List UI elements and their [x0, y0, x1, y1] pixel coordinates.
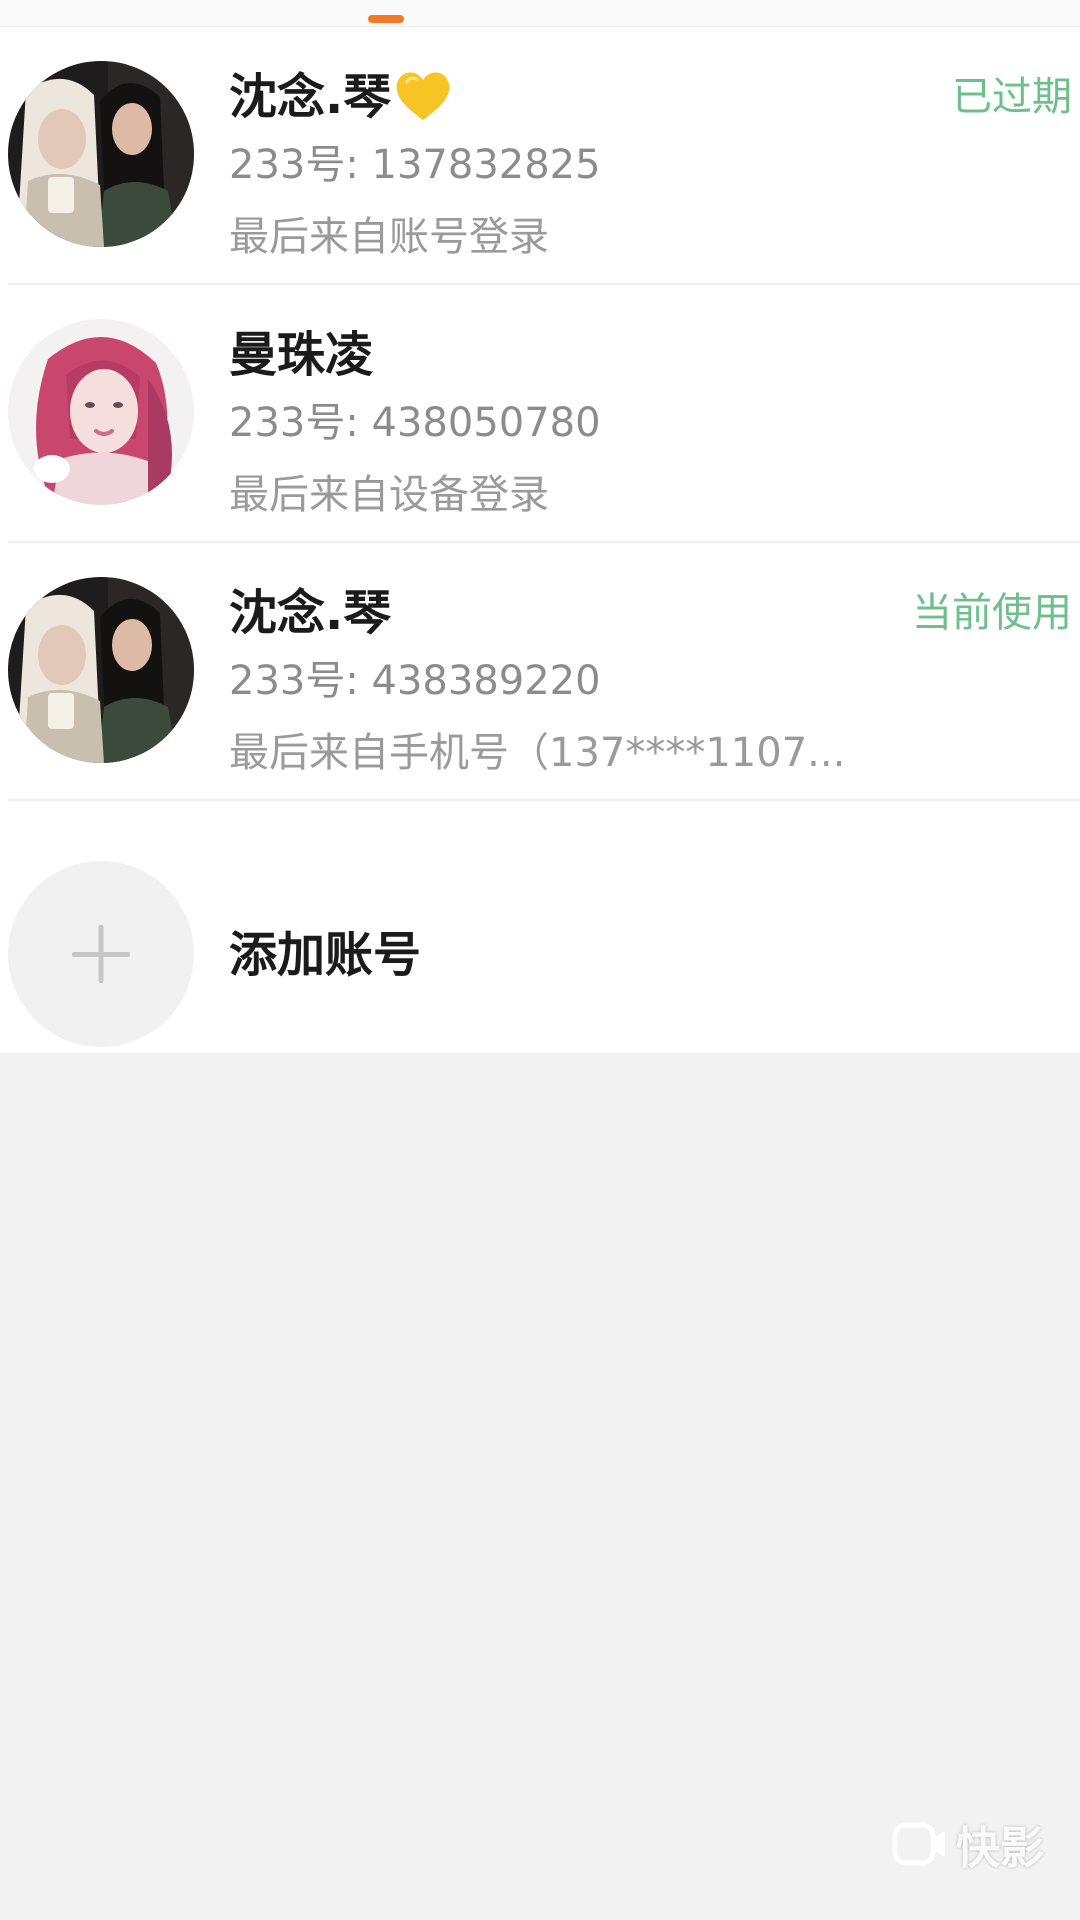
account-name: 曼珠凌 [229, 327, 374, 383]
account-uid: 233号: 438050780 [229, 400, 601, 446]
avatar [8, 61, 194, 247]
account-row[interactable]: 曼珠凌 233号: 438050780 最后来自设备登录 [0, 285, 1080, 543]
status-badge: 已过期 [952, 74, 1072, 120]
last-login-source: 最后来自设备登录 [229, 472, 549, 518]
avatar [8, 319, 194, 505]
avatar [8, 577, 194, 763]
account-uid: 233号: 137832825 [229, 142, 601, 188]
plus-icon [72, 925, 130, 983]
yellow-heart-icon [396, 72, 450, 120]
last-login-source: 最后来自手机号（137****1107... [229, 730, 846, 776]
status-badge: 当前使用 [912, 590, 1072, 636]
account-row[interactable]: 沈念.琴 233号: 438389220 最后来自手机号（137****1107… [0, 543, 1080, 801]
watermark-text: 快影 [956, 1823, 1044, 1874]
add-account-label: 添加账号 [229, 927, 422, 983]
avatar-photo [8, 577, 194, 763]
account-row[interactable]: 沈念.琴 233号: 137832825 最后来自账号登录 已过期 [0, 27, 1080, 285]
avatar-illustration [8, 319, 194, 505]
kuaiying-watermark: 快影 [892, 1816, 1044, 1874]
add-account-button[interactable]: 添加账号 [0, 801, 1080, 1053]
add-account-circle [8, 861, 194, 1047]
account-list: 沈念.琴 233号: 137832825 最后来自账号登录 已过期 曼珠凌 23… [0, 27, 1080, 1053]
last-login-source: 最后来自账号登录 [229, 214, 549, 260]
account-name: 沈念.琴 [229, 585, 392, 641]
kuaiying-logo-icon [892, 1822, 945, 1866]
active-tab-indicator [368, 15, 404, 23]
top-tab-strip [0, 0, 1080, 27]
account-name: 沈念.琴 [229, 67, 453, 127]
account-uid: 233号: 438389220 [229, 658, 601, 704]
avatar-photo [8, 61, 194, 247]
